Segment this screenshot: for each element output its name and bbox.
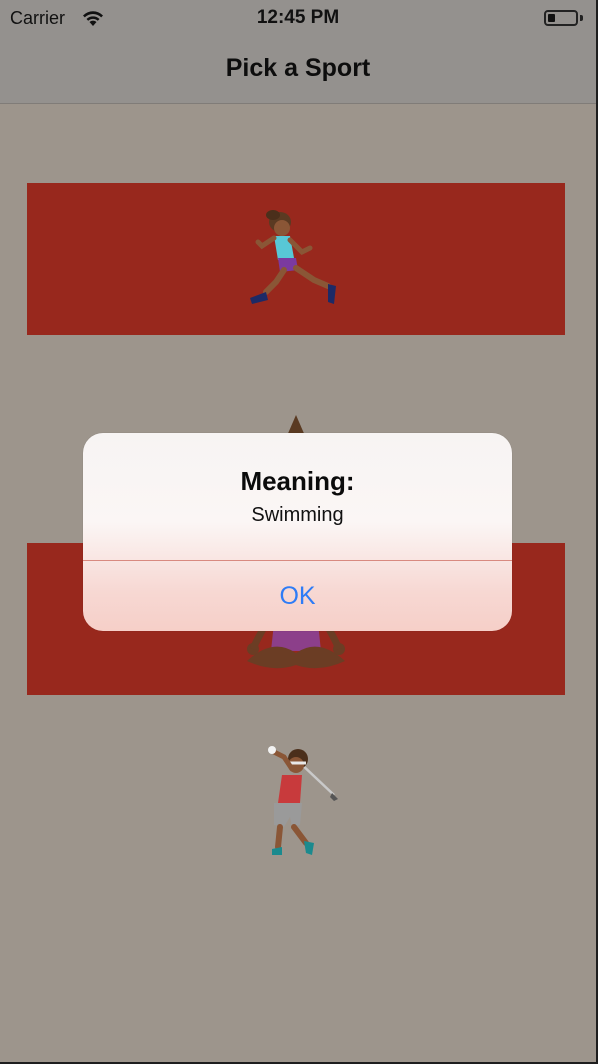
- battery-icon: [544, 10, 578, 26]
- app-screen: Carrier 12:45 PM Pick a Sport Meaning: S…: [0, 0, 596, 1062]
- alert-message: Swimming: [251, 504, 344, 526]
- navigation-bar: Pick a Sport: [0, 38, 596, 104]
- person-running-icon: [250, 210, 336, 304]
- ok-button[interactable]: OK: [83, 561, 512, 631]
- person-golfing-icon: [268, 746, 338, 855]
- alert-dialog: Meaning: Swimming OK: [83, 433, 512, 631]
- page-title: Pick a Sport: [225, 54, 371, 82]
- battery-level: [548, 14, 555, 22]
- alert-title: Meaning:: [240, 466, 355, 496]
- battery-tip: [580, 15, 583, 21]
- status-bar: Carrier 12:45 PM: [0, 0, 596, 38]
- clock: 12:45 PM: [256, 7, 340, 28]
